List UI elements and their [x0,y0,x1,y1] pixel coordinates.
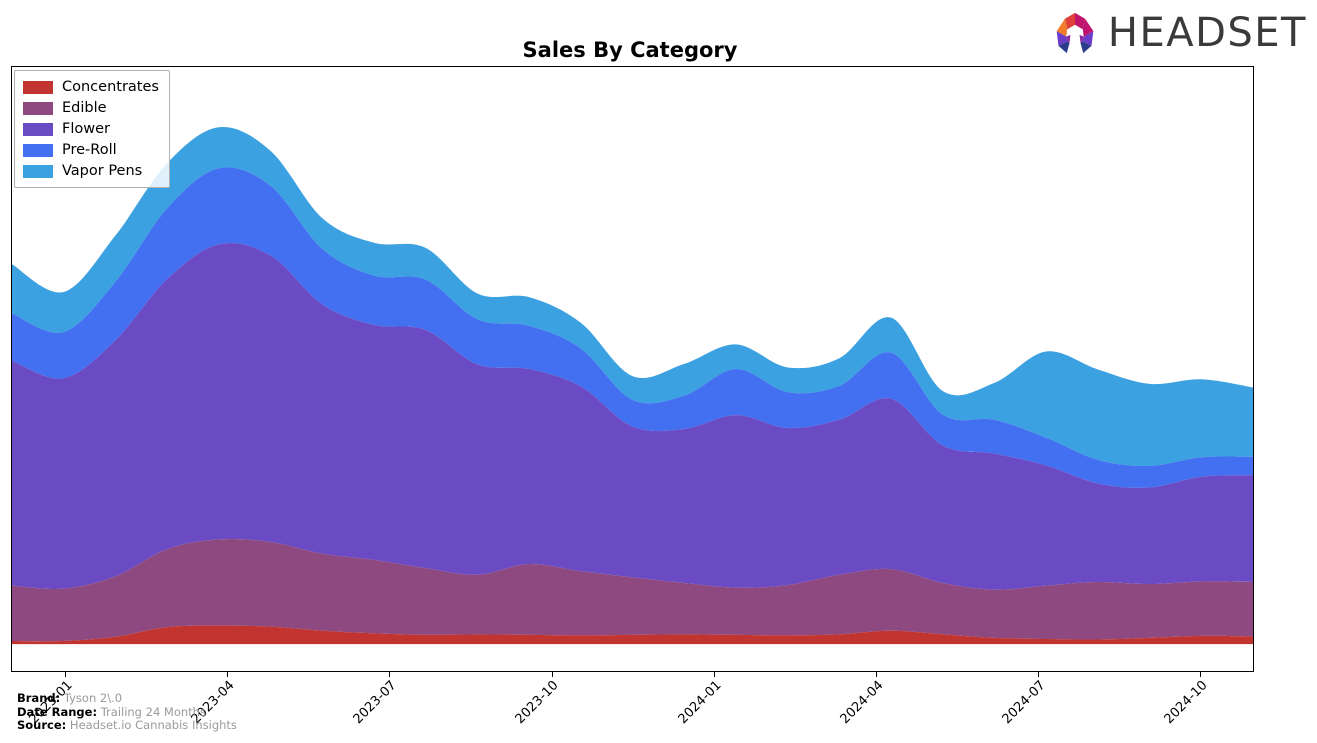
legend-label-edible: Edible [62,100,107,116]
x-tick-label-2024-01: 2024-01 [675,678,725,728]
footer-key-date-range: Date Range: [17,704,98,719]
legend-swatch-concentrates [23,80,53,94]
legend-label-pre-roll: Pre-Roll [62,142,117,158]
x-tick-mark [551,672,553,677]
legend-swatch-pre-roll [23,143,53,157]
footer-line-brand: Brand: Tyson 2\.0 [17,691,237,706]
footer-value-source: Headset.io Cannabis Insights [69,718,237,732]
x-tick-mark [389,672,391,677]
x-tick-mark [1199,672,1201,677]
legend-label-flower: Flower [62,121,110,137]
legend-item-edible[interactable]: Edible [23,99,159,117]
legend-swatch-vapor-pens [23,164,53,178]
headset-wordmark: HEADSET [1107,10,1307,56]
headset-hexagon-logo-icon [1056,12,1094,54]
x-tick-label-2024-07: 2024-07 [999,678,1049,728]
area-series-group [12,126,1253,645]
area-chart-svg [12,126,1253,645]
footer-key-brand: Brand: [17,691,61,705]
legend-swatch-edible [23,101,53,115]
x-tick-mark [65,672,67,677]
legend-label-concentrates: Concentrates [62,79,159,95]
x-tick-mark [1037,672,1039,677]
chart-page: Sales By Category HEADSET Concentrates E [0,0,1317,743]
footer-line-source: Source: Headset.io Cannabis Insights [17,718,237,733]
x-tick-label-2023-07: 2023-07 [350,678,400,728]
chart-legend: Concentrates Edible Flower Pre-Roll Vapo… [14,70,170,188]
x-tick-label-2023-10: 2023-10 [513,678,563,728]
x-tick-mark [227,672,229,677]
x-tick-mark [713,672,715,677]
legend-item-flower[interactable]: Flower [23,120,159,138]
footer-line-date-range: Date Range: Trailing 24 Months [17,704,237,720]
legend-item-vapor-pens[interactable]: Vapor Pens [23,162,159,180]
x-tick-label-2024-04: 2024-04 [837,678,887,728]
footer-key-source: Source: [17,718,67,732]
legend-item-concentrates[interactable]: Concentrates [23,78,159,96]
legend-item-pre-roll[interactable]: Pre-Roll [23,141,159,159]
stacked-area-plot [11,66,1254,672]
headset-logo: HEADSET [1052,8,1307,58]
footer-value-brand: Tyson 2\.0 [63,691,123,705]
footer-notes: Brand: Tyson 2\.0 Date Range: Trailing 2… [17,691,237,733]
legend-swatch-flower [23,122,53,136]
x-tick-label-2024-10: 2024-10 [1161,678,1211,728]
footer-value-date-range: Trailing 24 Months [100,704,206,719]
x-tick-mark [875,672,877,677]
legend-label-vapor-pens: Vapor Pens [62,163,143,179]
